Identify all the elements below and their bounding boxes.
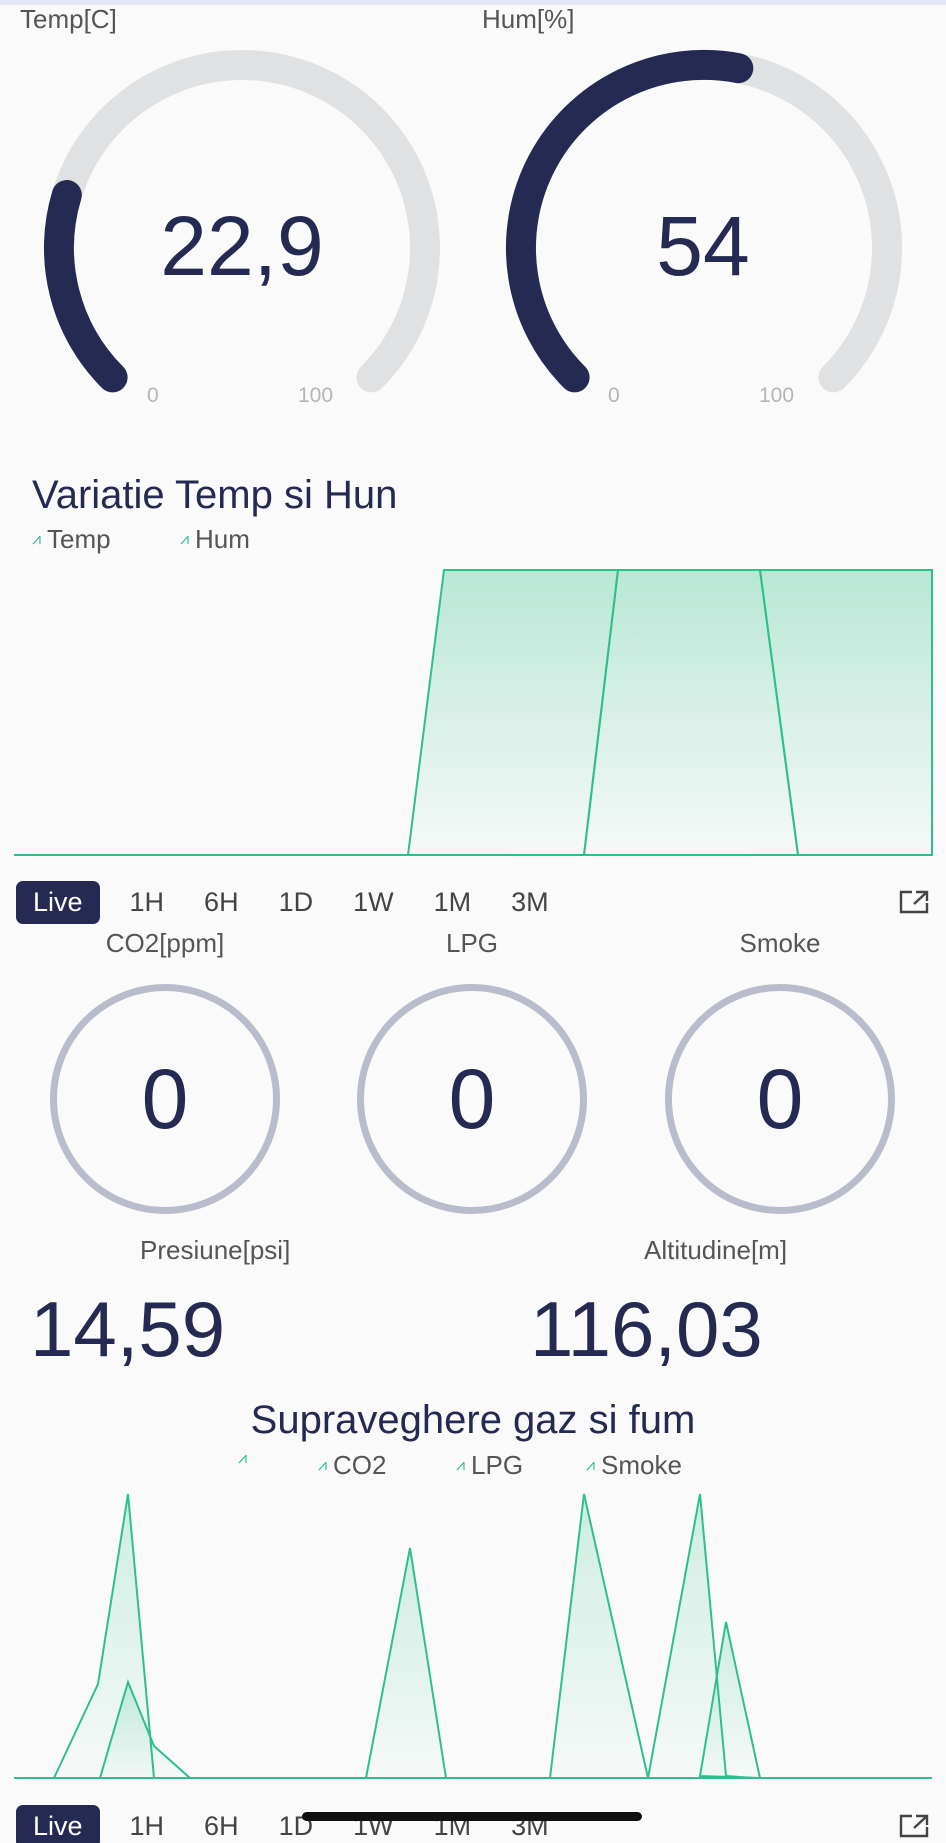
pressure-value: 14,59: [30, 1285, 226, 1373]
legend-item-lpg[interactable]: ⩘ LPG: [456, 1450, 523, 1481]
range-1h[interactable]: 1H: [130, 887, 165, 918]
status-bar-strip: [0, 0, 946, 5]
series-peak: [548, 1493, 650, 1779]
chart-title: Variatie Temp si Hun: [32, 473, 398, 517]
co2-ring: 0: [50, 984, 280, 1214]
legend-label: CO2: [333, 1450, 387, 1480]
range-6h[interactable]: 6H: [204, 1811, 239, 1842]
temp-hum-chart: [14, 569, 933, 856]
smoke-label: Smoke: [739, 928, 821, 958]
legend-item-temp[interactable]: ⩘ Temp: [32, 524, 111, 555]
line-chart-icon: ⩘: [180, 530, 190, 548]
expand-icon[interactable]: [898, 889, 930, 915]
range-1h[interactable]: 1H: [130, 1811, 165, 1842]
temp-gauge-value: 22,9: [160, 199, 324, 293]
legend-label: Hum: [195, 524, 250, 554]
gas-smoke-chart-title: Supraveghere gaz si fum: [250, 1398, 696, 1442]
legend-item-smoke[interactable]: ⩘ Smoke: [586, 1450, 682, 1481]
legend-item-unnamed[interactable]: ⩘: [238, 1450, 253, 1468]
hum-gauge-min: 0: [608, 384, 620, 407]
range-live[interactable]: Live: [16, 880, 100, 924]
range-6h[interactable]: 6H: [204, 887, 239, 918]
legend-label: Smoke: [601, 1450, 682, 1480]
hum-gauge-max: 100: [759, 384, 795, 407]
range-live[interactable]: Live: [16, 1804, 100, 1843]
lpg-value: 0: [448, 1051, 496, 1146]
range-3m[interactable]: 3M: [511, 887, 549, 918]
smoke-value: 0: [756, 1051, 804, 1146]
expand-icon[interactable]: [898, 1813, 930, 1839]
legend-item-hum[interactable]: ⩘ Hum: [180, 524, 250, 555]
altitude-value: 116,03: [530, 1285, 763, 1373]
range-1m[interactable]: 1M: [434, 887, 472, 918]
range-1d[interactable]: 1D: [279, 887, 314, 918]
temp-series-area: [406, 569, 620, 856]
lpg-label: LPG: [445, 928, 499, 958]
temp-gauge-min: 0: [147, 384, 159, 407]
temp-gauge-max: 100: [298, 384, 334, 407]
altitude-label: Altitudine[m]: [644, 1235, 788, 1265]
legend-item-co2[interactable]: ⩘ CO2: [318, 1450, 387, 1481]
legend-label: LPG: [471, 1450, 524, 1480]
hum-gauge-value: 54: [656, 199, 750, 293]
gas-smoke-chart: [14, 1493, 932, 1780]
series-peak: [364, 1547, 448, 1779]
line-chart-icon: ⩘: [318, 1456, 328, 1474]
line-chart-icon: ⩘: [238, 1450, 248, 1467]
smoke-ring: 0: [665, 984, 895, 1214]
legend-label: Temp: [47, 524, 111, 554]
temp-gauge-label: Temp[C]: [20, 4, 117, 34]
home-indicator[interactable]: [302, 1812, 642, 1821]
pressure-label: Presiune[psi]: [140, 1235, 291, 1265]
line-chart-icon: ⩘: [32, 530, 42, 548]
hum-gauge-label: Hum[%]: [482, 4, 575, 34]
line-chart-icon: ⩘: [456, 1456, 466, 1474]
range-1w[interactable]: 1W: [353, 887, 394, 918]
temp-gauge-arc: [43, 180, 128, 393]
time-range-bar: Live 1H 6H 1D 1W 1M 3M: [16, 879, 930, 925]
lpg-ring: 0: [357, 984, 587, 1214]
line-chart-icon: ⩘: [586, 1456, 596, 1474]
time-range-bar-2: Live 1H 6H 1D 1W 1M 3M: [16, 1803, 930, 1843]
co2-value: 0: [141, 1051, 189, 1146]
co2-label: CO2[ppm]: [105, 928, 225, 958]
